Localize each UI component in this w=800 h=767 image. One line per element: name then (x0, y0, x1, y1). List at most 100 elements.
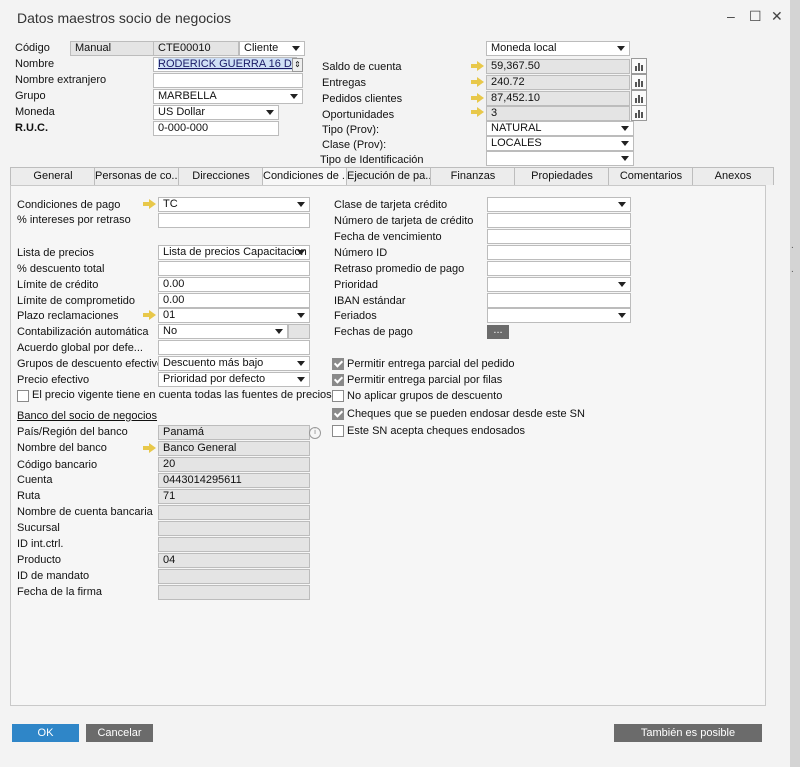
precio-vigente-checkbox[interactable] (17, 390, 29, 402)
fecha-firma-label: Fecha de la firma (17, 586, 102, 598)
id-mandato-field[interactable] (158, 569, 310, 584)
plazo-link-arrow-icon[interactable] (143, 310, 156, 320)
pedidos-chart-icon[interactable] (631, 90, 647, 106)
no-aplicar-grupos-label: No aplicar grupos de descuento (347, 390, 503, 402)
info-icon: i (309, 427, 321, 439)
saldo-chart-icon[interactable] (631, 58, 647, 74)
nombre-extranjero-field[interactable] (153, 73, 303, 88)
business-partner-window: Datos maestros socio de negocios ‒ ☐ ✕ C… (0, 0, 791, 767)
clase-tarjeta-dropdown[interactable] (487, 197, 631, 212)
tab-direcciones[interactable]: Direcciones (178, 167, 264, 185)
iban-label: IBAN estándar (334, 295, 406, 307)
condiciones-pago-label: Condiciones de pago (17, 199, 121, 211)
oportunidades-link-arrow-icon[interactable] (471, 107, 484, 117)
tab-anexos[interactable]: Anexos (692, 167, 774, 185)
producto-field[interactable]: 04 (158, 553, 310, 568)
sucursal-field[interactable] (158, 521, 310, 536)
grupos-descuento-dropdown[interactable]: Descuento más bajo (158, 356, 310, 371)
numero-tarjeta-label: Número de tarjeta de crédito (334, 215, 474, 227)
ruta-field[interactable]: 71 (158, 489, 310, 504)
acepta-cheques-endosados-checkbox[interactable] (332, 425, 344, 437)
fechas-pago-label: Fechas de pago (334, 326, 413, 338)
contabilizacion-dropdown[interactable]: No (158, 324, 288, 339)
grupo-dropdown[interactable]: MARBELLA (153, 89, 303, 104)
fechas-pago-button[interactable]: ... (487, 325, 509, 339)
moneda-label: Moneda (15, 106, 55, 118)
plazo-reclamaciones-dropdown[interactable]: 01 (158, 308, 310, 323)
tab-condiciones-pago[interactable]: Condiciones de ... (262, 167, 348, 186)
nombre-banco-field[interactable]: Banco General (158, 441, 310, 456)
feriados-label: Feriados (334, 310, 377, 322)
nombre-banco-link-arrow-icon[interactable] (143, 443, 156, 453)
tipo-identificacion-dropdown[interactable] (486, 151, 634, 166)
limite-credito-field[interactable]: 0.00 (158, 277, 310, 292)
ok-button[interactable]: OK (12, 724, 79, 742)
fecha-vencimiento-field[interactable] (487, 229, 631, 244)
saldo-link-arrow-icon[interactable] (471, 61, 484, 71)
tab-personas-contacto[interactable]: Personas de co... (94, 167, 180, 185)
nombre-spin-icon[interactable]: ⇕ (292, 58, 303, 72)
retraso-promedio-field[interactable] (487, 261, 631, 276)
pais-banco-label: País/Región del banco (17, 426, 128, 438)
nombre-cuenta-field[interactable] (158, 505, 310, 520)
tab-comentarios[interactable]: Comentarios (608, 167, 694, 185)
numero-id-field[interactable] (487, 245, 631, 260)
tab-finanzas[interactable]: Finanzas (430, 167, 516, 185)
ruc-label: R.U.C. (15, 122, 48, 134)
moneda-local-dropdown[interactable]: Moneda local (486, 41, 630, 56)
iban-field[interactable] (487, 293, 631, 308)
permitir-entrega-parcial-pedido-label: Permitir entrega parcial del pedido (347, 358, 515, 370)
cuenta-field[interactable]: 0443014295611 (158, 473, 310, 488)
limite-credito-label: Límite de crédito (17, 279, 99, 291)
cancel-button[interactable]: Cancelar (86, 724, 153, 742)
condiciones-pago-link-arrow-icon[interactable] (143, 199, 156, 209)
feriados-dropdown[interactable] (487, 308, 631, 323)
tambien-es-posible-button[interactable]: También es posible (614, 724, 762, 742)
contabilizacion-label: Contabilización automática (17, 326, 149, 338)
nombre-field[interactable]: RODERICK GUERRA 16 DIC (153, 57, 297, 72)
oportunidades-chart-icon[interactable] (631, 105, 647, 121)
tab-general[interactable]: General (10, 167, 96, 185)
lista-precios-dropdown[interactable]: Lista de precios Capacitacion (158, 245, 310, 260)
tipo-dropdown[interactable]: Cliente (239, 41, 305, 56)
numero-tarjeta-field[interactable] (487, 213, 631, 228)
condiciones-pago-dropdown[interactable]: TC (158, 197, 310, 212)
pedidos-link-arrow-icon[interactable] (471, 93, 484, 103)
ruc-field[interactable]: 0-000-000 (153, 121, 279, 136)
nombre-label: Nombre (15, 58, 55, 70)
tab-ejecucion-pago[interactable]: Ejecución de pa... (346, 167, 432, 185)
fecha-firma-field[interactable] (158, 585, 310, 600)
no-aplicar-grupos-checkbox[interactable] (332, 390, 344, 402)
cheques-endosar-checkbox[interactable] (332, 408, 344, 420)
id-intctrl-field[interactable] (158, 537, 310, 552)
descuento-total-label: % descuento total (17, 263, 105, 275)
edge-mark: . (791, 240, 794, 251)
tipo-prov-dropdown[interactable]: NATURAL (486, 121, 634, 136)
permitir-entrega-parcial-pedido-checkbox[interactable] (332, 358, 344, 370)
entregas-link-arrow-icon[interactable] (471, 77, 484, 87)
pais-banco-field[interactable]: Panamá (158, 425, 310, 440)
codigo-field[interactable]: CTE00010 (153, 41, 239, 56)
close-icon[interactable]: ✕ (771, 8, 783, 25)
clase-prov-dropdown[interactable]: LOCALES (486, 136, 634, 151)
prioridad-label: Prioridad (334, 279, 379, 291)
tab-propiedades[interactable]: Propiedades (514, 167, 610, 185)
precio-efectivo-dropdown[interactable]: Prioridad por defecto (158, 372, 310, 387)
codigo-bancario-field[interactable]: 20 (158, 457, 310, 472)
descuento-total-field[interactable] (158, 261, 310, 276)
plazo-reclamaciones-label: Plazo reclamaciones (17, 310, 119, 322)
acepta-cheques-endosados-label: Este SN acepta cheques endosados (347, 425, 525, 437)
intereses-field[interactable] (158, 213, 310, 228)
maximize-icon[interactable]: ☐ (749, 8, 762, 25)
acuerdo-global-field[interactable] (158, 340, 310, 355)
moneda-dropdown[interactable]: US Dollar (153, 105, 279, 120)
entregas-chart-icon[interactable] (631, 74, 647, 90)
minimize-icon[interactable]: ‒ (727, 8, 735, 24)
grupo-label: Grupo (15, 90, 46, 102)
limite-comprometido-field[interactable]: 0.00 (158, 293, 310, 308)
tipo-identificacion-label: Tipo de Identificación (320, 154, 424, 166)
permitir-entrega-parcial-filas-checkbox[interactable] (332, 374, 344, 386)
codigo-series-field[interactable]: Manual (70, 41, 154, 56)
prioridad-dropdown[interactable] (487, 277, 631, 292)
title-bar: Datos maestros socio de negocios ‒ ☐ ✕ (0, 0, 790, 36)
